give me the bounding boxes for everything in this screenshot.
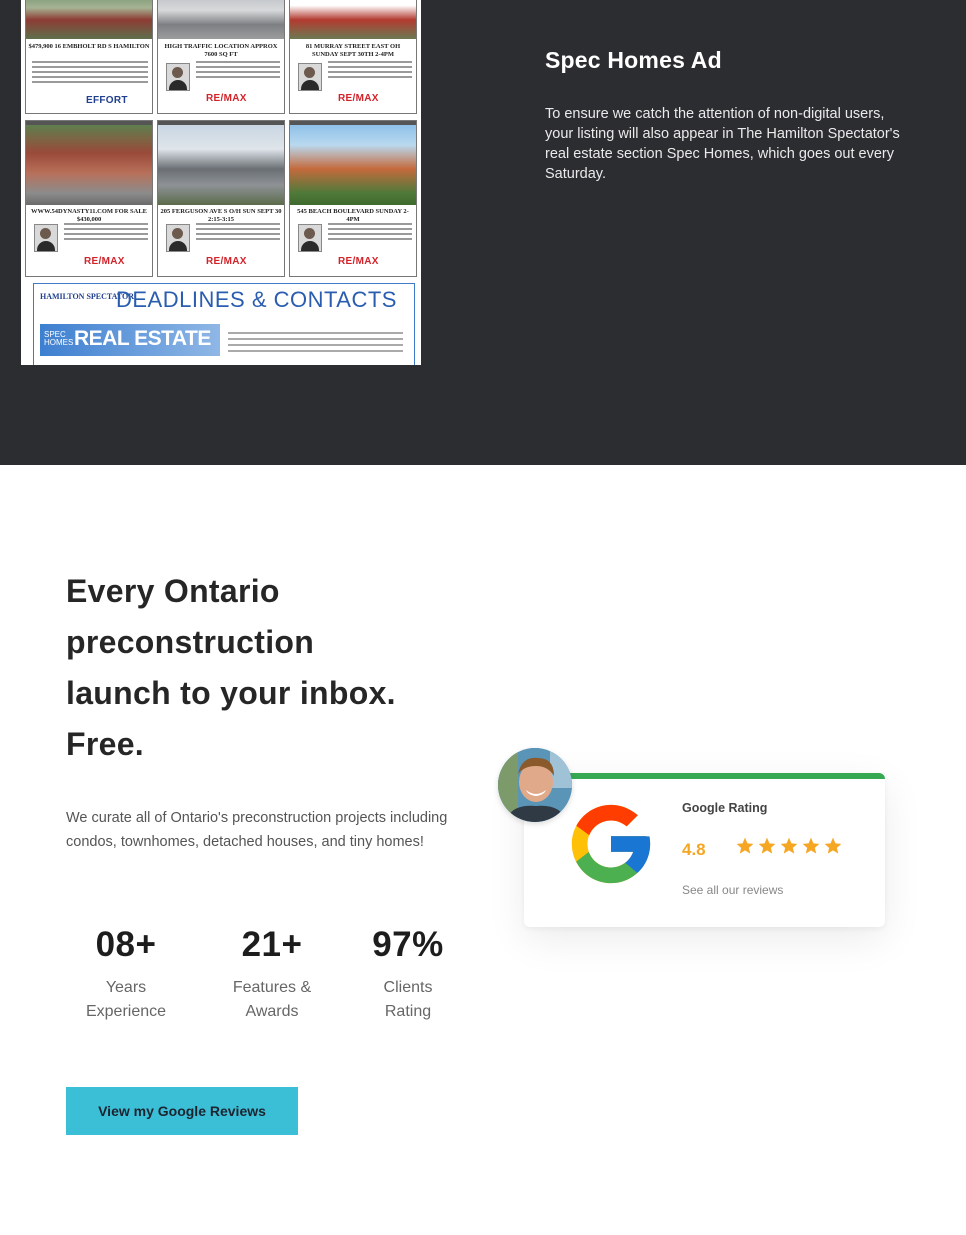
- headline-line: launch to your inbox.: [66, 675, 396, 711]
- headline-line: Free.: [66, 726, 144, 762]
- stat-value: 08+: [95, 925, 157, 964]
- stat-label-line: Clients: [383, 979, 433, 996]
- deadlines-title: DEADLINES & CONTACTS: [116, 287, 397, 312]
- remax-logo: RE/MAX: [206, 256, 247, 267]
- stat-features-awards: 21+ Features & Awards: [207, 922, 337, 1024]
- google-rating-label: Google Rating: [682, 801, 768, 815]
- listing-text: [196, 61, 280, 81]
- spec-homes-label: SPEC HOMES: [44, 330, 74, 347]
- newspaper-listing: 81 MURRAY STREET EAST OH SUNDAY SEPT 30T…: [289, 0, 417, 114]
- listing-headline: HIGH TRAFFIC LOCATION APPROX 7600 SQ FT: [164, 43, 278, 58]
- house-photo: [290, 0, 416, 39]
- deadlines-contacts-block: HAMILTON SPECTATOR DEADLINES & CONTACTS …: [33, 283, 415, 365]
- headline-line: Every Ontario: [66, 573, 280, 609]
- avatar: [498, 748, 572, 822]
- headline-line: preconstruction: [66, 624, 315, 660]
- stat-label: Years Experience: [61, 976, 191, 1024]
- stat-clients-rating: 97% Clients Rating: [343, 922, 473, 1024]
- stat-value: 21+: [241, 925, 303, 964]
- star-icon: [758, 837, 776, 854]
- stat-label-line: Awards: [245, 1003, 299, 1020]
- star-icon: [736, 837, 754, 854]
- listing-headline: WWW.54DYNASTY11.COM FOR SALE $430,000: [30, 208, 148, 223]
- google-rating-card: Google Rating 4.8 See all our reviews: [524, 773, 885, 927]
- listing-headline: $479,900 16 EMBHOLT RD S HAMILTON: [28, 43, 150, 50]
- see-all-reviews-link[interactable]: See all our reviews: [682, 883, 783, 897]
- listing-headline: 81 MURRAY STREET EAST OH SUNDAY SEPT 30T…: [305, 43, 401, 58]
- real-estate-title: REAL ESTATE: [74, 327, 211, 350]
- listing-headline: 205 FERGUSON AVE S O/H SUN SEPT 30 2:15-…: [160, 208, 282, 223]
- house-photo: [26, 0, 152, 39]
- listing-headline: 545 BEACH BOULEVARD SUNDAY 2-4PM: [297, 208, 409, 223]
- newspaper-listing: 545 BEACH BOULEVARD SUNDAY 2-4PM RE/MAX: [289, 120, 417, 277]
- stat-label-line: Rating: [384, 1003, 432, 1020]
- stat-years-experience: 08+ Years Experience: [61, 922, 191, 1024]
- remax-logo: RE/MAX: [84, 256, 125, 267]
- google-logo-icon: [571, 804, 651, 884]
- newspaper-listing: HIGH TRAFFIC LOCATION APPROX 7600 SQ FT …: [157, 0, 285, 114]
- house-photo: [26, 125, 152, 205]
- listing-text: [196, 223, 280, 243]
- spec-homes-title: Spec Homes Ad: [545, 47, 722, 73]
- stat-value: 97%: [372, 925, 444, 964]
- spec-homes-section: $479,900 16 EMBHOLT RD S HAMILTON EFFORT…: [0, 0, 966, 465]
- house-photo: [158, 125, 284, 205]
- remax-logo: RE/MAX: [338, 256, 379, 267]
- newspaper-clipping-image: $479,900 16 EMBHOLT RD S HAMILTON EFFORT…: [21, 0, 421, 365]
- promo-headline: Every Ontario preconstruction launch to …: [66, 566, 466, 770]
- stat-label-line: Years: [105, 979, 147, 996]
- listing-text: [328, 61, 412, 81]
- listing-text: [64, 223, 148, 243]
- brand-logo: EFFORT: [86, 95, 128, 106]
- rating-stars: [735, 836, 843, 856]
- stat-label-line: Features &: [232, 979, 312, 996]
- stat-label: Features & Awards: [207, 976, 337, 1024]
- agent-photo: [298, 63, 322, 91]
- person-photo: [498, 748, 572, 822]
- contact-lines: [228, 332, 403, 356]
- stat-label: Clients Rating: [343, 976, 473, 1024]
- view-google-reviews-button[interactable]: View my Google Reviews: [66, 1087, 298, 1135]
- star-icon: [802, 837, 820, 854]
- newspaper-listing: WWW.54DYNASTY11.COM FOR SALE $430,000 RE…: [25, 120, 153, 277]
- listing-text: [328, 223, 412, 243]
- listing-text: [32, 61, 148, 86]
- star-icon: [780, 837, 798, 854]
- remax-logo: RE/MAX: [206, 93, 247, 104]
- spec-homes-description: To ensure we catch the attention of non-…: [545, 106, 900, 182]
- star-icon: [824, 837, 842, 854]
- newspaper-listing: $479,900 16 EMBHOLT RD S HAMILTON EFFORT: [25, 0, 153, 114]
- agent-photo: [34, 224, 58, 252]
- agent-photo: [298, 224, 322, 252]
- card-accent-bar: [524, 773, 885, 779]
- agent-photo: [166, 63, 190, 91]
- newspaper-listing: 205 FERGUSON AVE S O/H SUN SEPT 30 2:15-…: [157, 120, 285, 277]
- promo-subtext: We curate all of Ontario's preconstructi…: [66, 810, 448, 850]
- stat-label-line: Experience: [85, 1003, 167, 1020]
- agent-photo: [166, 224, 190, 252]
- building-photo: [158, 0, 284, 39]
- google-rating-score: 4.8: [682, 840, 706, 859]
- remax-logo: RE/MAX: [338, 93, 379, 104]
- house-photo: [290, 125, 416, 205]
